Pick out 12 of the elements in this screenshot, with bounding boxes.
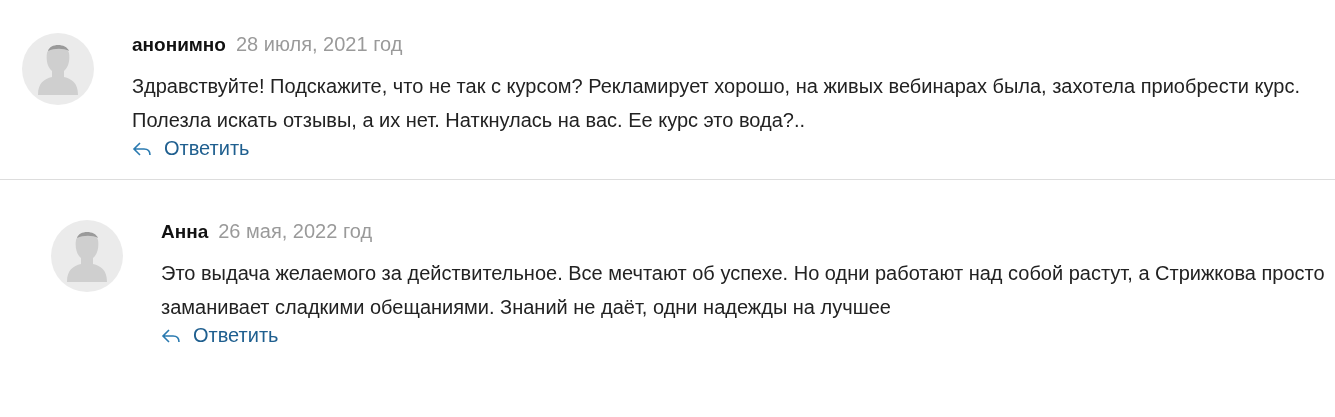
avatar-icon — [22, 33, 94, 105]
reply-link[interactable]: Ответить — [161, 324, 279, 347]
reply-icon — [161, 327, 181, 344]
comment-text: Здравствуйте! Подскажите, что не так с курсом? Рекламирует хорошо, на живых вебинарах была, захотела приобрести курс. Полезла искать отзывы, а их нет. Наткнулась на вас. Ее курс это вода?.. — [132, 74, 1301, 133]
comment-date: 26 мая, 2022 год — [218, 220, 373, 243]
avatar-icon — [51, 220, 123, 292]
reply-link[interactable]: Ответить — [132, 137, 250, 160]
comment-date: 28 июля, 2021 год — [235, 33, 403, 56]
comment-text: Это выдача желаемого за действительное. Все мечтают об успехе. Но одни работают над собой растут, а Стрижкова просто заманивает сладкими обещаниями. Знаний не даёт, одни надежды на лучшее — [161, 261, 1326, 320]
reply-icon — [132, 140, 152, 157]
author-name: анонимно — [132, 34, 226, 56]
author-name: Анна — [161, 221, 209, 243]
